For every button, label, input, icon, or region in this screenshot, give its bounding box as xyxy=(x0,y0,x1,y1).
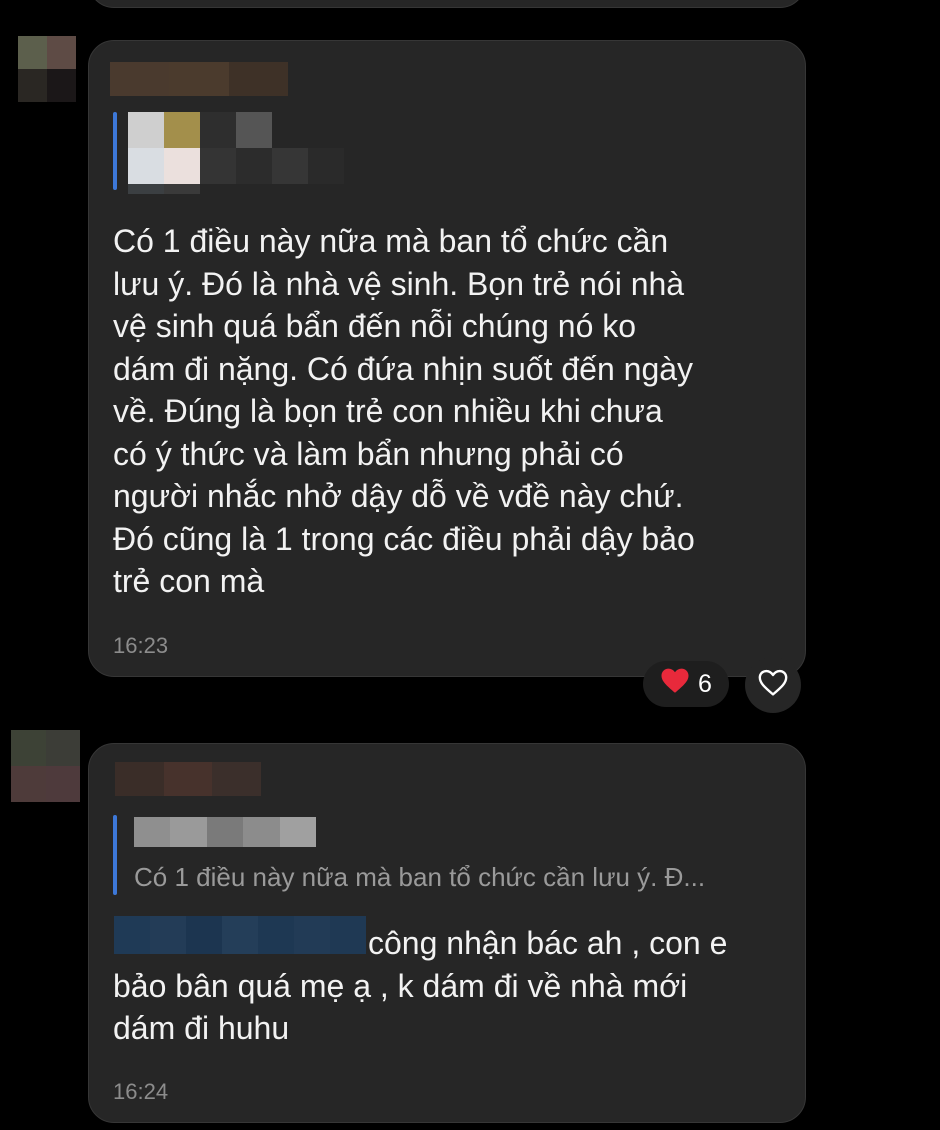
quoted-media-redacted[interactable] xyxy=(128,112,344,194)
red-heart-emoji xyxy=(660,667,690,701)
message-text: Có 1 điều này nữa mà ban tổ chức cần lưu… xyxy=(113,223,695,599)
reaction-count: 6 xyxy=(698,669,712,698)
quoted-message-text[interactable]: Có 1 điều này nữa mà ban tổ chức cần lưu… xyxy=(134,862,705,893)
like-button[interactable] xyxy=(745,657,801,713)
message-timestamp: 16:24 xyxy=(113,1079,169,1104)
sender-name-redacted xyxy=(115,762,262,796)
reply-quote-bar xyxy=(113,112,117,190)
sender-avatar[interactable] xyxy=(18,36,76,102)
reply-quote-bar xyxy=(113,815,117,895)
message-timestamp: 16:23 xyxy=(113,633,169,658)
previous-message-bubble[interactable] xyxy=(88,0,806,8)
message-text: công nhận bác ah , con e bảo bân quá mẹ … xyxy=(113,925,728,1046)
sender-avatar[interactable] xyxy=(11,730,80,802)
sender-name-redacted xyxy=(110,62,288,96)
heart-outline-icon xyxy=(757,668,789,702)
quoted-sender-redacted xyxy=(134,817,316,847)
reaction-pill[interactable]: 6 xyxy=(643,661,729,707)
